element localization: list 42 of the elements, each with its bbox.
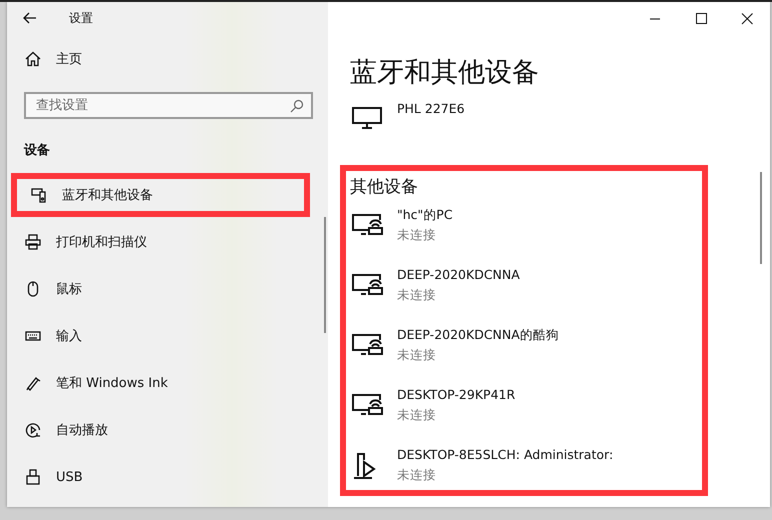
scrollbar[interactable] [324, 217, 326, 333]
sidebar-item[interactable]: 笔和 Windows Ink [7, 367, 306, 399]
network-computer-icon [352, 272, 384, 296]
device-name: DEEP-2020KDCNNA [397, 266, 520, 284]
device-status: 未连接 [397, 226, 437, 244]
scrollbar[interactable] [760, 172, 762, 264]
sidebar-item[interactable]: 鼠标 [7, 273, 306, 305]
usb-drive-icon [25, 469, 41, 485]
device-name: DEEP-2020KDCNNA的酷狗 [397, 326, 559, 344]
network-computer-icon [352, 332, 384, 356]
search-icon [290, 99, 304, 113]
sidebar-item[interactable]: 自动播放 [7, 414, 306, 446]
home-icon [25, 51, 41, 67]
monitor-icon [352, 106, 384, 130]
search-field[interactable]: 查找设置 [24, 92, 313, 119]
maximize-icon [695, 13, 707, 25]
network-computer-icon [352, 392, 384, 416]
page-title: 蓝牙和其他设备 [350, 56, 540, 90]
device-status: 未连接 [397, 406, 437, 424]
sidebar-item[interactable]: 输入 [7, 320, 306, 352]
device-name: PHL 227E6 [397, 100, 465, 118]
device-status: 未连接 [397, 466, 437, 484]
pen-icon [25, 375, 41, 391]
section-heading: 设备 [24, 142, 51, 159]
section-heading: 其他设备 [350, 176, 419, 198]
device-status: 未连接 [397, 346, 437, 364]
mouse-icon [25, 281, 41, 297]
back-arrow-icon [23, 12, 37, 24]
home-nav-item[interactable]: 主页 [7, 43, 88, 75]
device-status: 未连接 [397, 286, 437, 304]
device-name: DESKTOP-29KP41R [397, 386, 516, 404]
device-name: DESKTOP-8E5SLCH: Administrator: [397, 446, 614, 464]
device-name: "hc"的PC [397, 206, 453, 224]
sidebar-item[interactable]: 打印机和扫描仪 [7, 226, 306, 258]
keyboard-device-icon [31, 187, 47, 203]
network-computer-icon [352, 212, 384, 236]
printer-icon [25, 234, 41, 250]
autoplay-icon [25, 422, 41, 438]
window-title: 设置 [69, 10, 93, 26]
close-icon [741, 13, 753, 25]
sidebar-item[interactable]: USB [7, 461, 306, 493]
sidebar-item[interactable]: 蓝牙和其他设备 [11, 173, 310, 217]
